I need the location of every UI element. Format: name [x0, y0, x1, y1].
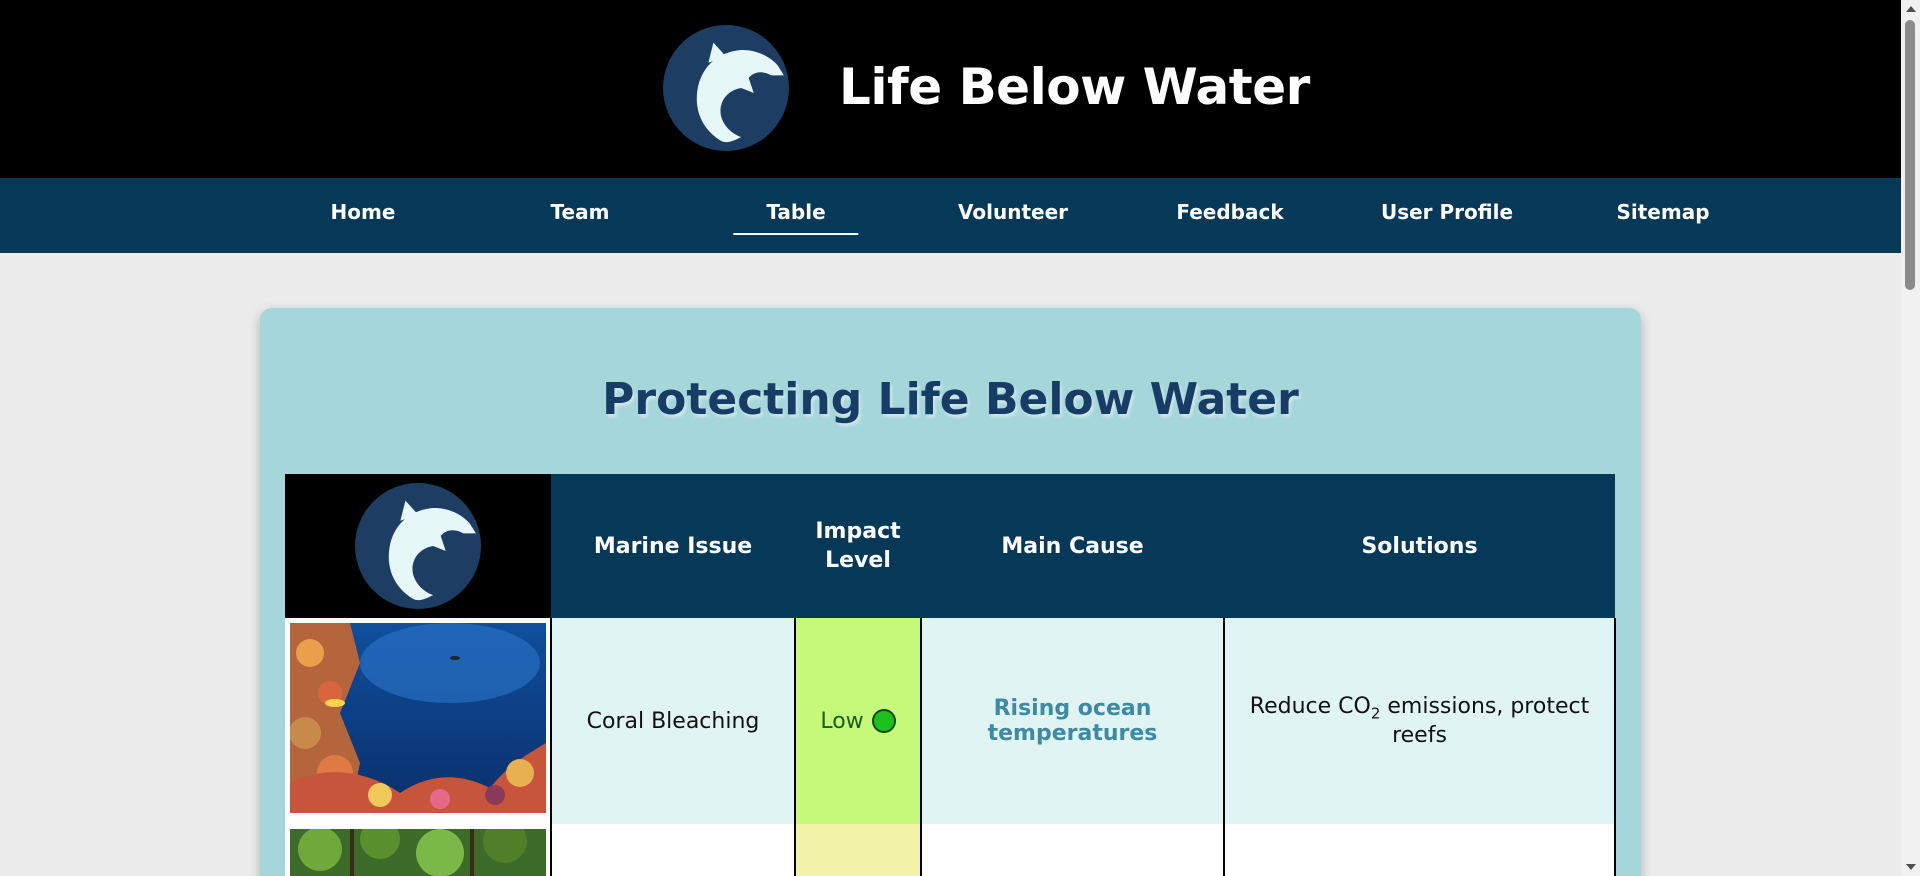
- nav-team[interactable]: Team: [551, 200, 610, 233]
- page-title: Protecting Life Below Water: [602, 374, 1299, 425]
- page-scrollbar[interactable]: [1901, 0, 1920, 876]
- cause-link[interactable]: Rising ocean temperatures: [921, 696, 1224, 746]
- table-cell-issue: Coral Bleaching: [551, 618, 795, 824]
- coral-reef-image: [290, 623, 546, 813]
- table-divider: [1223, 618, 1225, 876]
- table-divider: [920, 618, 922, 876]
- nav-table[interactable]: Table: [733, 200, 859, 235]
- table-header-marine-issue: Marine Issue: [551, 474, 795, 618]
- table-header-main-cause: Main Cause: [921, 474, 1224, 618]
- impact-indicator-icon: [871, 709, 896, 733]
- table-header-logo-cell: [285, 474, 551, 618]
- table-cell-solution: Reduce CO2 emissions, protect reefs: [1224, 618, 1615, 824]
- table-divider: [794, 618, 796, 876]
- table-cell-impact: Low: [795, 618, 921, 824]
- table-cell-cause: Rising ocean temperatures: [921, 618, 1224, 824]
- site-header: Life Below Water: [0, 0, 1901, 178]
- table-divider: [550, 618, 552, 876]
- coral-reef-photo: [286, 619, 550, 817]
- table-cell-cause: [921, 824, 1224, 876]
- nav-volunteer[interactable]: Volunteer: [958, 200, 1068, 233]
- nav-feedback[interactable]: Feedback: [1176, 200, 1283, 233]
- impact-label: Low: [820, 708, 864, 734]
- scrollbar-thumb[interactable]: [1905, 20, 1915, 290]
- table-cell-impact: [795, 824, 921, 876]
- dolphin-logo-icon[interactable]: [663, 25, 789, 151]
- scroll-down-icon[interactable]: [1906, 864, 1916, 870]
- table-cell-solution: [1224, 824, 1615, 876]
- nav-sitemap[interactable]: Sitemap: [1616, 200, 1709, 233]
- site-title: Life Below Water: [839, 58, 1310, 116]
- forest-image: [290, 829, 546, 876]
- dolphin-logo-icon: [355, 483, 481, 609]
- table-header-impact-level: Impact Level: [795, 474, 921, 618]
- table-divider: [1614, 618, 1616, 876]
- main-nav: Home Team Table Volunteer Feedback User …: [0, 178, 1901, 253]
- nav-home[interactable]: Home: [331, 200, 396, 233]
- nav-user-profile[interactable]: User Profile: [1381, 200, 1513, 233]
- table-header-solutions: Solutions: [1224, 474, 1615, 618]
- forest-photo: [286, 825, 550, 876]
- table-cell-issue: [551, 824, 795, 876]
- solution-text: Reduce CO2 emissions, protect reefs: [1249, 694, 1590, 748]
- scroll-up-icon[interactable]: [1906, 6, 1916, 12]
